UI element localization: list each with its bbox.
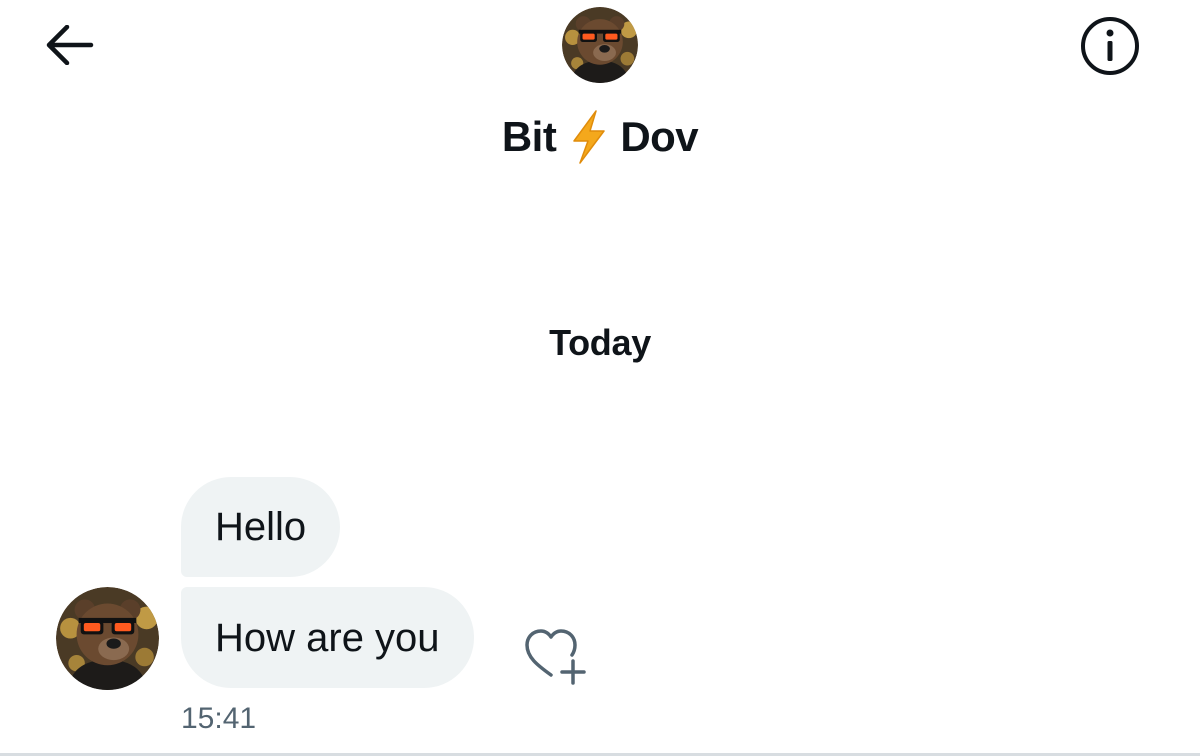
- bear-avatar-image: [56, 587, 159, 690]
- contact-name-part2: Dov: [620, 113, 699, 160]
- lightning-bolt-icon: [573, 110, 606, 164]
- add-reaction-button[interactable]: [518, 622, 590, 688]
- message-text: Hello: [215, 505, 307, 549]
- contact-name[interactable]: Bit Dov: [0, 108, 1200, 166]
- arrow-left-icon: [46, 25, 94, 65]
- back-button[interactable]: [34, 20, 104, 70]
- header-avatar[interactable]: [562, 7, 638, 83]
- sender-avatar[interactable]: [56, 587, 159, 690]
- info-button[interactable]: [1076, 16, 1144, 76]
- message-bubble[interactable]: How are you: [181, 587, 474, 688]
- day-separator: Today: [549, 322, 651, 363]
- bear-avatar-image: [562, 7, 638, 83]
- message-bubble[interactable]: Hello: [181, 477, 341, 577]
- message-timestamp: 15:41: [181, 702, 257, 735]
- contact-name-part1: Bit: [501, 113, 557, 160]
- info-circle-icon: [1081, 17, 1139, 75]
- message-text: How are you: [215, 615, 440, 660]
- heart-plus-icon: [525, 629, 586, 685]
